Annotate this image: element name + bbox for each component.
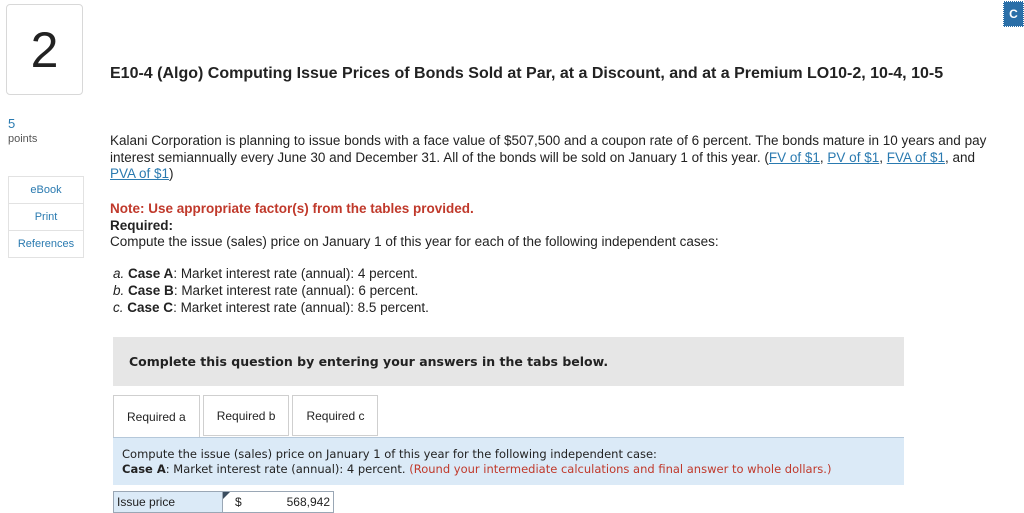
note-text: Note: Use appropriate factor(s) from the… xyxy=(110,201,474,216)
case-text: : Market interest rate (annual): 8.5 per… xyxy=(173,300,429,315)
intro-separator: , and xyxy=(945,149,976,165)
print-link[interactable]: Print xyxy=(9,204,83,231)
issue-price-field[interactable]: $ xyxy=(223,491,334,513)
intro-close: ) xyxy=(169,166,174,181)
question-intro: Kalani Corporation is planning to issue … xyxy=(110,133,990,183)
case-letter: c. xyxy=(113,300,124,315)
references-link[interactable]: References xyxy=(9,231,83,257)
panel-line-2: Case A: Market interest rate (annual): 4… xyxy=(122,462,904,477)
instruction-banner: Complete this question by entering your … xyxy=(113,337,904,386)
currency-symbol: $ xyxy=(235,495,242,509)
issue-price-input[interactable] xyxy=(246,494,330,510)
ebook-link[interactable]: eBook xyxy=(9,177,83,204)
issue-price-label: Issue price xyxy=(113,491,223,513)
fv-table-link[interactable]: FV of $1 xyxy=(769,150,820,165)
case-text: : Market interest rate (annual): 4 perce… xyxy=(173,266,418,281)
tab-panel-required-a: Compute the issue (sales) price on Janua… xyxy=(113,437,904,485)
case-item: a. Case A: Market interest rate (annual)… xyxy=(113,265,429,282)
case-item: b. Case B: Market interest rate (annual)… xyxy=(113,282,429,299)
answer-row: Issue price $ xyxy=(113,491,334,513)
question-title: E10-4 (Algo) Computing Issue Prices of B… xyxy=(110,65,944,82)
points-label: points xyxy=(8,133,38,145)
corner-button[interactable]: C xyxy=(1003,1,1024,27)
panel-instruction: (Round your intermediate calculations an… xyxy=(409,462,832,476)
points-value: 5 xyxy=(8,116,16,131)
side-links-panel: eBook Print References xyxy=(8,176,84,258)
required-text: Compute the issue (sales) price on Janua… xyxy=(110,234,719,249)
case-text: : Market interest rate (annual): 6 perce… xyxy=(173,283,419,298)
case-name: Case B xyxy=(128,283,174,298)
case-letter: a. xyxy=(113,266,125,281)
fva-table-link[interactable]: FVA of $1 xyxy=(887,150,945,165)
tab-required-a[interactable]: Required a xyxy=(113,395,200,438)
answered-marker-icon xyxy=(223,492,230,499)
panel-case-name: Case A xyxy=(122,462,166,476)
case-name: Case A xyxy=(128,266,174,281)
case-name: Case C xyxy=(127,300,174,315)
case-list: a. Case A: Market interest rate (annual)… xyxy=(113,265,429,316)
case-item: c. Case C: Market interest rate (annual)… xyxy=(113,299,429,316)
case-letter: b. xyxy=(113,283,125,298)
intro-separator: , xyxy=(879,149,887,165)
banner-text: Complete this question by entering your … xyxy=(129,354,609,369)
required-label: Required: xyxy=(110,218,174,233)
pv-table-link[interactable]: PV of $1 xyxy=(827,150,879,165)
tab-required-c[interactable]: Required c xyxy=(292,395,379,436)
tab-required-b[interactable]: Required b xyxy=(202,395,290,436)
question-number: 2 xyxy=(30,21,59,78)
question-number-box: 2 xyxy=(6,4,83,95)
pva-table-link[interactable]: PVA of $1 xyxy=(110,166,169,181)
panel-case-text: : Market interest rate (annual): 4 perce… xyxy=(165,462,406,476)
answer-tabs: Required a Required b Required c xyxy=(113,395,381,438)
panel-line-1: Compute the issue (sales) price on Janua… xyxy=(122,447,657,461)
